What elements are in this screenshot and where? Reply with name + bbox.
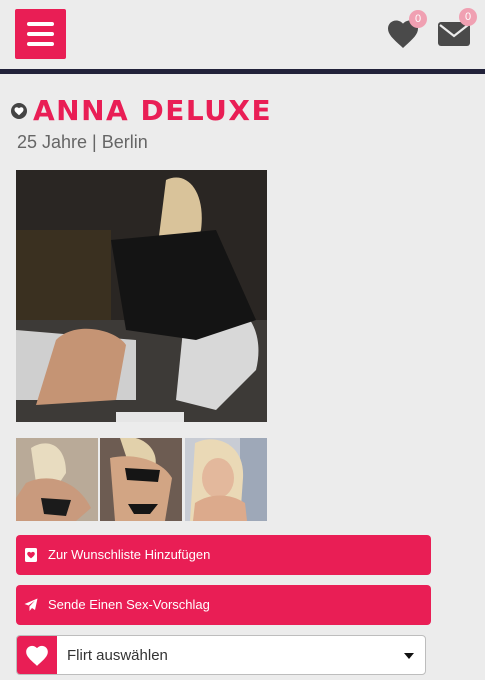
add-to-wishlist-label: Zur Wunschliste Hinzufügen (48, 547, 211, 562)
favorites-button[interactable]: 0 (385, 10, 427, 50)
favorites-count-badge: 0 (409, 10, 427, 28)
flirt-heart-box (17, 636, 57, 674)
profile-photo-thumb-1[interactable] (16, 438, 98, 521)
messages-button[interactable]: 0 (437, 8, 477, 50)
send-proposal-button[interactable]: Sende Einen Sex-Vorschlag (16, 585, 431, 625)
heart-icon (26, 645, 48, 666)
flirt-select-value: Flirt auswählen (67, 647, 168, 664)
menu-button[interactable] (15, 9, 66, 59)
heart-shield-icon (11, 103, 27, 119)
flirt-select[interactable]: Flirt auswählen (16, 635, 426, 675)
profile-photo-thumb-3[interactable] (185, 438, 267, 521)
paper-plane-icon (24, 598, 38, 611)
profile-photo-main[interactable] (16, 170, 267, 422)
bookmark-heart-icon (25, 548, 37, 562)
add-to-wishlist-button[interactable]: Zur Wunschliste Hinzufügen (16, 535, 431, 575)
profile-name: ANNA DELUXE (33, 94, 273, 127)
header-divider (0, 69, 485, 74)
caret-down-icon (404, 653, 414, 659)
profile-photo-thumb-2[interactable] (100, 438, 182, 521)
top-bar: 0 0 (0, 0, 485, 69)
send-proposal-label: Sende Einen Sex-Vorschlag (48, 597, 210, 612)
profile-details: 25 Jahre | Berlin (17, 132, 148, 152)
messages-count-badge: 0 (459, 8, 477, 26)
